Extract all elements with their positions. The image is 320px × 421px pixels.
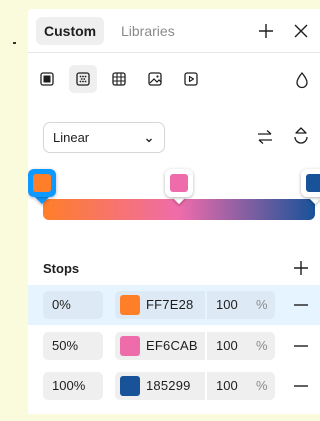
- color-swatch[interactable]: [120, 295, 140, 315]
- hex-value: 185299: [146, 378, 191, 393]
- gradient-stop-handle[interactable]: [301, 169, 320, 205]
- close-icon[interactable]: [291, 21, 311, 41]
- plus-icon[interactable]: [292, 259, 310, 282]
- opacity-value: 100: [216, 338, 238, 353]
- minus-icon[interactable]: [292, 297, 310, 318]
- minus-icon[interactable]: [292, 378, 310, 399]
- stop-opacity-input[interactable]: 100 %: [207, 372, 275, 400]
- gradient-type-dropdown[interactable]: Linear: [43, 122, 165, 153]
- plus-icon[interactable]: [256, 21, 276, 41]
- stop-position-input[interactable]: 100%: [43, 372, 103, 400]
- tab-custom[interactable]: Custom: [36, 17, 105, 45]
- stop-opacity-input[interactable]: 100 %: [207, 332, 275, 360]
- stop-row[interactable]: 50% EF6CAB 100 %: [28, 326, 320, 366]
- chevron-down-icon: [144, 132, 154, 150]
- stops-title: Stops: [43, 261, 80, 276]
- stop-opacity-input[interactable]: 100 %: [207, 291, 275, 319]
- fill-type-row: [28, 65, 320, 95]
- stop-color-field[interactable]: 185299: [115, 372, 205, 400]
- rotate-icon[interactable]: [292, 126, 310, 151]
- gradient-type-label: Linear: [53, 130, 90, 145]
- image-fill-icon[interactable]: [141, 65, 169, 93]
- stop-position-input[interactable]: 50%: [43, 332, 103, 360]
- tab-libraries[interactable]: Libraries: [121, 17, 175, 45]
- gradient-stop-handle[interactable]: [165, 169, 193, 205]
- opacity-value: 100: [216, 297, 238, 312]
- opacity-value: 100: [216, 378, 238, 393]
- hex-value: EF6CAB: [146, 338, 198, 353]
- left-edge-mark: [13, 42, 16, 44]
- gradient-stop-handle[interactable]: [28, 169, 56, 205]
- gradient-fill-icon[interactable]: [69, 65, 97, 93]
- stop-row[interactable]: 100% 185299 100 %: [28, 366, 320, 406]
- panel-header: Custom Libraries: [28, 9, 320, 53]
- droplet-icon[interactable]: [294, 71, 310, 94]
- percent-unit: %: [256, 297, 268, 312]
- color-swatch[interactable]: [120, 336, 140, 356]
- percent-unit: %: [256, 338, 268, 353]
- video-fill-icon[interactable]: [177, 65, 205, 93]
- hex-value: FF7E28: [146, 297, 194, 312]
- stop-position-input[interactable]: 0%: [43, 291, 103, 319]
- stop-color-field[interactable]: EF6CAB: [115, 332, 205, 360]
- solid-fill-icon[interactable]: [33, 65, 61, 93]
- stop-color-field[interactable]: FF7E28: [115, 291, 205, 319]
- minus-icon[interactable]: [292, 338, 310, 359]
- stop-row[interactable]: 0% FF7E28 100 %: [28, 285, 320, 325]
- swap-arrows-icon[interactable]: [256, 128, 274, 151]
- color-swatch[interactable]: [120, 376, 140, 396]
- color-picker-panel: Custom Libraries Linear Stops 0% FF7E28 …: [28, 9, 320, 414]
- pattern-fill-icon[interactable]: [105, 65, 133, 93]
- percent-unit: %: [256, 378, 268, 393]
